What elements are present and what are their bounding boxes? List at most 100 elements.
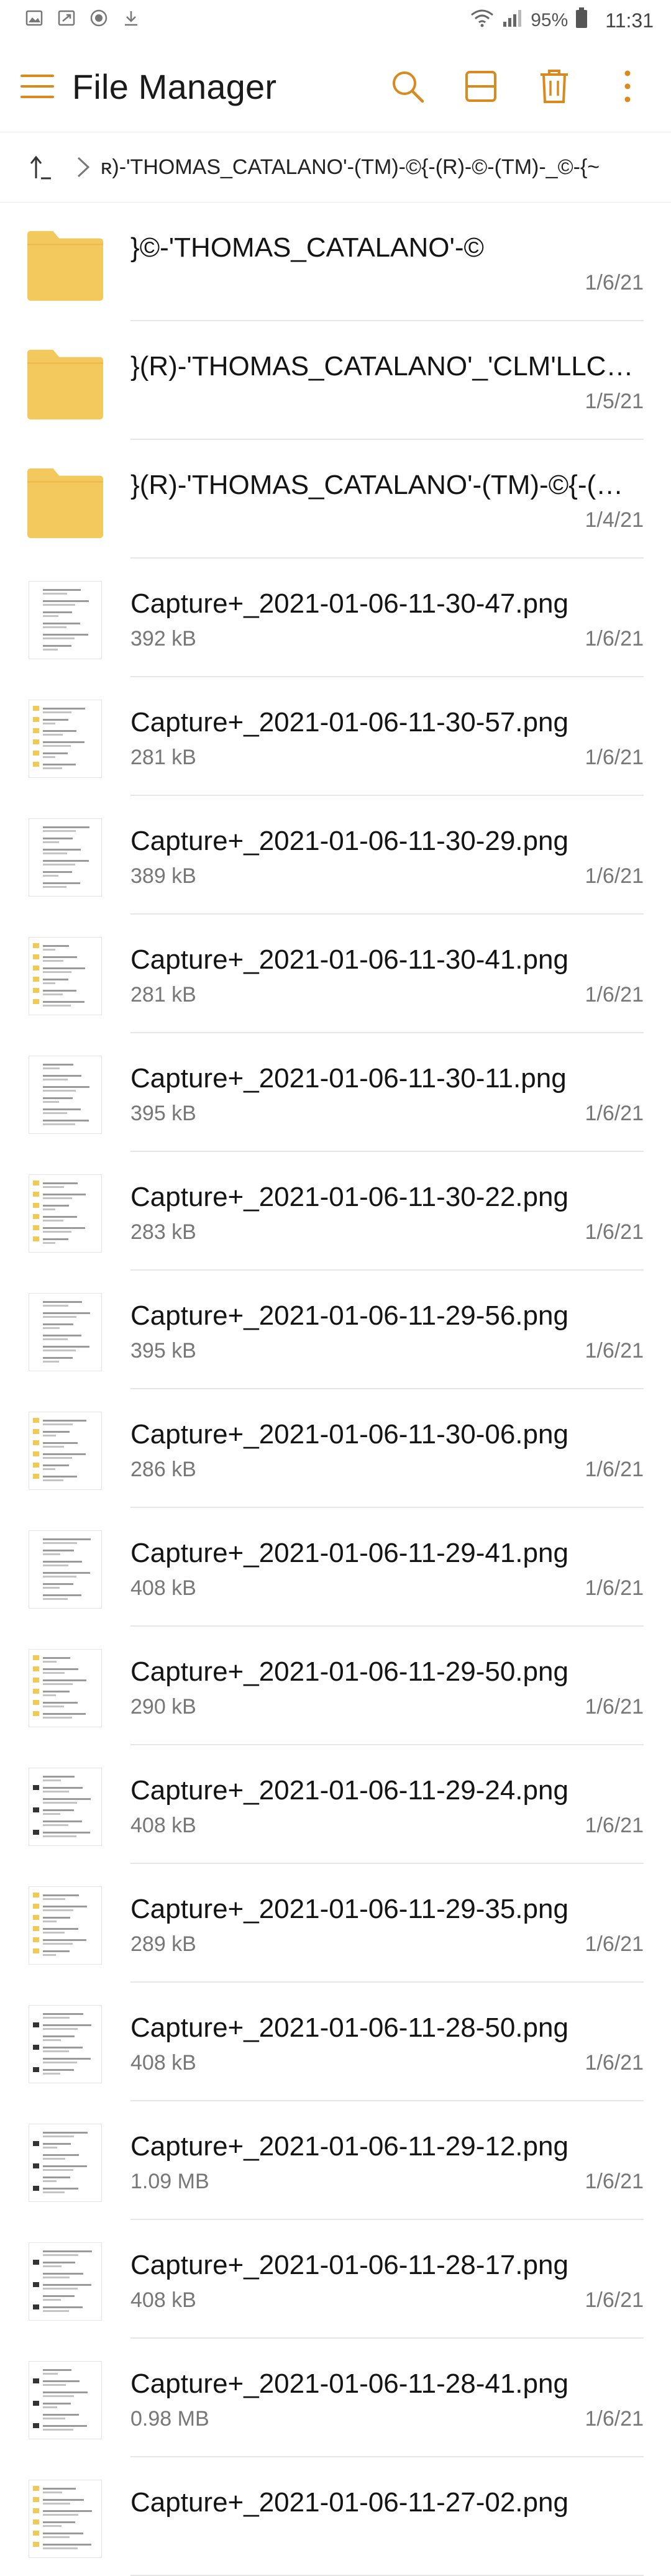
status-notification-icons <box>25 9 140 32</box>
item-date: 1/6/21 <box>585 2170 644 2193</box>
image-thumbnail <box>29 1056 102 1134</box>
item-name: Capture+_2021-01-06-11-29-56.png <box>130 1300 568 1331</box>
file-row[interactable]: Capture+_2021-01-06-11-29-50.png 290 kB 1/… <box>0 1627 671 1745</box>
search-button[interactable] <box>388 66 427 106</box>
folder-thumbnail <box>26 462 104 541</box>
image-thumbnail <box>29 1886 102 1965</box>
item-size: 281 kB <box>130 983 196 1007</box>
file-thumbnail <box>26 1056 104 1134</box>
file-row[interactable]: Capture+_2021-01-06-11-29-12.png 1.09 MB 1… <box>0 2101 671 2220</box>
file-row[interactable]: Capture+_2021-01-06-11-30-06.png 286 kB 1/… <box>0 1389 671 1508</box>
folder-row[interactable]: }(R)-'THOMAS_CATALANO'_'CLM'LLC-(... 1/5/… <box>0 321 671 440</box>
item-name: Capture+_2021-01-06-11-30-29.png <box>130 826 568 856</box>
item-date: 1/6/21 <box>585 1695 644 1719</box>
file-thumbnail <box>26 2124 104 2202</box>
item-date: 1/6/21 <box>585 2051 644 2075</box>
image-thumbnail <box>29 581 102 659</box>
signal-icon <box>502 8 523 33</box>
file-thumbnail <box>26 1886 104 1965</box>
item-date: 1/6/21 <box>585 1814 644 1837</box>
item-size: 281 kB <box>130 746 196 769</box>
item-size: 408 kB <box>130 2288 196 2312</box>
file-row[interactable]: Capture+_2021-01-06-11-28-17.png 408 kB 1/… <box>0 2220 671 2339</box>
image-thumbnail <box>29 1293 102 1371</box>
image-thumbnail <box>29 2005 102 2083</box>
item-name: Capture+_2021-01-06-11-29-12.png <box>130 2131 568 2162</box>
file-thumbnail <box>26 2480 104 2558</box>
item-size: 0.98 MB <box>130 2407 209 2431</box>
item-size: 408 kB <box>130 2051 196 2075</box>
file-row[interactable]: Capture+_2021-01-06-11-30-41.png 281 kB 1/… <box>0 915 671 1033</box>
more-options-button[interactable] <box>608 66 647 106</box>
status-bar: 95% 11:31 <box>0 0 671 41</box>
item-date: 1/6/21 <box>585 864 644 888</box>
file-list: }©-'THOMAS_CATALANO'-© 1/6/21 }(R)-'THOMAS… <box>0 203 671 2576</box>
item-size: 392 kB <box>130 627 196 651</box>
file-thumbnail <box>26 2005 104 2083</box>
image-thumbnail <box>29 937 102 1015</box>
image-thumbnail <box>29 1768 102 1846</box>
download-icon <box>122 9 140 32</box>
file-row[interactable]: Capture+_2021-01-06-11-28-41.png 0.98 MB 1… <box>0 2339 671 2457</box>
menu-button[interactable] <box>19 68 56 105</box>
item-date: 1/6/21 <box>585 1458 644 1481</box>
image-thumbnail <box>29 2361 102 2439</box>
item-date: 1/6/21 <box>585 1220 644 1244</box>
app-title: File Manager <box>72 66 277 106</box>
gallery-icon <box>25 9 43 32</box>
file-row[interactable]: Capture+_2021-01-06-11-30-47.png 392 kB 1/… <box>0 559 671 677</box>
file-row[interactable]: Capture+_2021-01-06-11-29-41.png 408 kB 1/… <box>0 1508 671 1627</box>
folder-thumbnail <box>26 344 104 422</box>
file-thumbnail <box>26 2242 104 2321</box>
image-thumbnail <box>29 1412 102 1490</box>
file-row[interactable]: Capture+_2021-01-06-11-30-22.png 283 kB 1/… <box>0 1152 671 1271</box>
file-row[interactable]: Capture+_2021-01-06-11-30-57.png 281 kB 1/… <box>0 677 671 796</box>
item-size: 389 kB <box>130 864 196 888</box>
item-name: Capture+_2021-01-06-11-30-11.png <box>130 1063 567 1094</box>
up-arrow-icon <box>30 155 51 180</box>
folder-icon <box>27 231 104 301</box>
file-row[interactable]: Capture+_2021-01-06-11-29-35.png 289 kB 1/… <box>0 1864 671 1983</box>
search-icon <box>393 71 424 103</box>
image-thumbnail <box>29 1530 102 1609</box>
file-thumbnail <box>26 937 104 1015</box>
file-row[interactable]: Capture+_2021-01-06-11-30-29.png 389 kB 1/… <box>0 796 671 915</box>
item-name: Capture+_2021-01-06-11-30-57.png <box>130 707 568 738</box>
image-thumbnail <box>29 2124 102 2202</box>
current-path[interactable]: ʀ)-'THOMAS_CATALANO'-(TM)-©{-(R)-©-(TM)-… <box>101 155 600 180</box>
item-name: Capture+_2021-01-06-11-30-22.png <box>130 1182 568 1212</box>
item-name: }(R)-'THOMAS_CATALANO'-(TM)-©{-(R)... <box>130 470 640 500</box>
screenshot-icon <box>57 9 76 32</box>
file-thumbnail <box>26 700 104 778</box>
app-bar: File Manager <box>0 41 671 132</box>
app-bar-actions <box>388 66 647 106</box>
file-row[interactable]: Capture+_2021-01-06-11-27-02.png <box>0 2457 671 2576</box>
item-name: Capture+_2021-01-06-11-28-41.png <box>130 2368 568 2399</box>
item-date: 1/6/21 <box>585 2288 644 2312</box>
clock: 11:31 <box>605 9 654 32</box>
navigate-up-button[interactable] <box>27 153 55 181</box>
file-thumbnail <box>26 1174 104 1253</box>
folder-row[interactable]: }©-'THOMAS_CATALANO'-© 1/6/21 <box>0 203 671 321</box>
file-row[interactable]: Capture+_2021-01-06-11-29-24.png 408 kB 1/… <box>0 1745 671 1864</box>
view-layout-button[interactable] <box>461 66 501 106</box>
item-date: 1/6/21 <box>585 1932 644 1956</box>
file-row[interactable]: Capture+_2021-01-06-11-28-50.png 408 kB 1/… <box>0 1983 671 2101</box>
file-row[interactable]: Capture+_2021-01-06-11-29-56.png 395 kB 1/… <box>0 1271 671 1389</box>
item-name: }©-'THOMAS_CATALANO'-© <box>130 232 484 263</box>
wifi-icon <box>470 8 495 33</box>
folder-row[interactable]: }(R)-'THOMAS_CATALANO'-(TM)-©{-(R)... 1/4… <box>0 440 671 559</box>
delete-button[interactable] <box>534 66 574 106</box>
status-system-icons: 95% 11:31 <box>470 7 654 34</box>
file-row[interactable]: Capture+_2021-01-06-11-30-11.png 395 kB 1/… <box>0 1033 671 1152</box>
item-size: 395 kB <box>130 1102 196 1125</box>
item-size: 286 kB <box>130 1458 196 1481</box>
item-date: 1/6/21 <box>585 271 644 295</box>
item-size: 283 kB <box>130 1220 196 1244</box>
item-name: Capture+_2021-01-06-11-30-41.png <box>130 944 568 975</box>
file-thumbnail <box>26 581 104 659</box>
item-size: 290 kB <box>130 1695 196 1719</box>
item-date: 1/6/21 <box>585 1102 644 1125</box>
image-thumbnail <box>29 1174 102 1253</box>
item-name: Capture+_2021-01-06-11-28-50.png <box>130 2012 568 2043</box>
